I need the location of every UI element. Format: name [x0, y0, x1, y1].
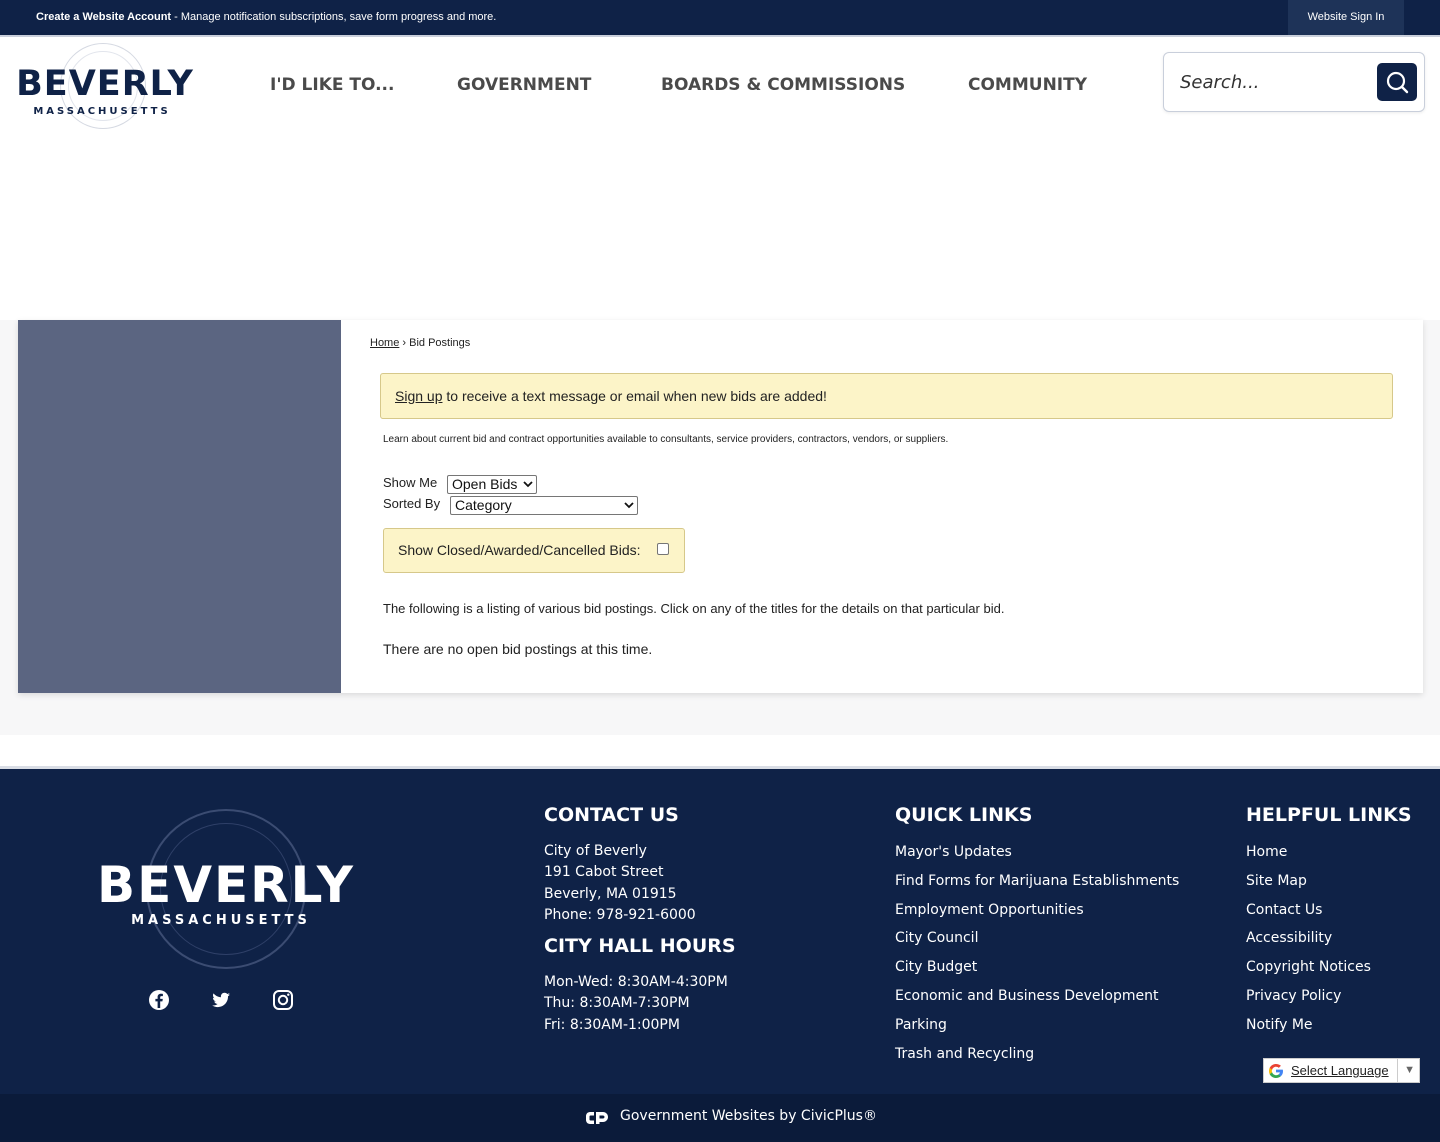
sidebar	[18, 320, 341, 693]
quick-link-parking[interactable]: Parking	[895, 1014, 1179, 1043]
nav-id-like-to[interactable]: I'D LIKE TO...	[270, 37, 394, 133]
show-me-select[interactable]: Open Bids	[447, 475, 537, 494]
hours-line: Mon-Wed: 8:30AM-4:30PM	[544, 974, 728, 990]
facebook-icon[interactable]	[147, 988, 171, 1012]
helpful-link-accessibility[interactable]: Accessibility	[1246, 927, 1371, 956]
create-account-link[interactable]: Create a Website Account	[36, 11, 171, 23]
logo-subtitle: MASSACHUSETTS	[33, 106, 171, 117]
search-box	[1163, 52, 1425, 112]
helpful-links-list: Home Site Map Contact Us Accessibility C…	[1246, 841, 1371, 1043]
instagram-icon[interactable]	[271, 988, 295, 1012]
quick-link-mayors-updates[interactable]: Mayor's Updates	[895, 841, 1179, 870]
quick-link-trash-recycling[interactable]: Trash and Recycling	[895, 1043, 1179, 1072]
logo-word: BEVERLY	[16, 64, 194, 104]
dropdown-arrow-icon: ▼	[1397, 1059, 1415, 1082]
contact-phone: Phone: 978-921-6000	[544, 907, 696, 923]
helpful-link-privacy[interactable]: Privacy Policy	[1246, 985, 1371, 1014]
nav-government[interactable]: GOVERNMENT	[457, 37, 591, 133]
intro-text: Learn about current bid and contract opp…	[383, 434, 949, 445]
helpful-link-notify-me[interactable]: Notify Me	[1246, 1014, 1371, 1043]
contact-line: Beverly, MA 01915	[544, 886, 677, 902]
city-hall-hours-heading: CITY HALL HOURS	[544, 935, 736, 957]
account-message-text: - Manage notification subscriptions, sav…	[171, 11, 497, 23]
contact-us-heading: CONTACT US	[544, 804, 679, 826]
hours-line: Fri: 8:30AM-1:00PM	[544, 1017, 680, 1033]
signup-link[interactable]: Sign up	[395, 388, 442, 404]
helpful-link-copyright[interactable]: Copyright Notices	[1246, 956, 1371, 985]
footer-logo-word: BEVERLY	[97, 856, 355, 914]
site-footer: BEVERLY MASSACHUSETTS CONTACT US City of…	[0, 766, 1440, 1094]
show-me-label: Show Me	[383, 475, 438, 490]
chevron-down-icon	[624, 497, 634, 520]
civicplus-credit-link[interactable]: Government Websites by CivicPlus®	[620, 1108, 877, 1124]
quick-links-heading: QUICK LINKS	[895, 804, 1033, 826]
helpful-link-home[interactable]: Home	[1246, 841, 1371, 870]
search-input[interactable]	[1180, 68, 1370, 96]
helpful-link-site-map[interactable]: Site Map	[1246, 870, 1371, 899]
civicplus-logo-icon	[586, 1112, 608, 1124]
language-select[interactable]: Select Language ▼	[1263, 1058, 1420, 1083]
quick-link-economic-development[interactable]: Economic and Business Development	[895, 985, 1179, 1014]
credit-bar: Government Websites by CivicPlus®	[0, 1094, 1440, 1142]
closed-bids-toggle: Show Closed/Awarded/Cancelled Bids:	[383, 528, 685, 573]
nav-community[interactable]: COMMUNITY	[968, 37, 1087, 133]
footer-logo[interactable]: BEVERLY MASSACHUSETTS	[96, 809, 356, 969]
helpful-links-heading: HELPFUL LINKS	[1246, 804, 1412, 826]
closed-bids-label: Show Closed/Awarded/Cancelled Bids:	[398, 542, 641, 558]
no-postings-message: There are no open bid postings at this t…	[383, 641, 653, 657]
search-button[interactable]	[1377, 63, 1417, 101]
breadcrumb: Home › Bid Postings	[370, 337, 470, 349]
footer-logo-subtitle: MASSACHUSETTS	[131, 913, 311, 928]
content-panel: Home › Bid Postings Sign up to receive a…	[18, 320, 1423, 693]
signup-alert-text: to receive a text message or email when …	[442, 388, 827, 404]
signup-alert: Sign up to receive a text message or ema…	[380, 373, 1393, 419]
quick-link-employment[interactable]: Employment Opportunities	[895, 899, 1179, 928]
google-icon	[1269, 1064, 1283, 1078]
breadcrumb-current: Bid Postings	[409, 337, 471, 349]
quick-links-list: Mayor's Updates Find Forms for Marijuana…	[895, 841, 1179, 1071]
site-header: BEVERLY MASSACHUSETTS I'D LIKE TO... GOV…	[0, 35, 1440, 133]
sorted-by-select[interactable]: Category	[450, 496, 638, 515]
contact-line: City of Beverly	[544, 843, 647, 859]
site-logo[interactable]: BEVERLY MASSACHUSETTS	[16, 43, 194, 129]
breadcrumb-home-link[interactable]: Home	[370, 337, 399, 349]
banner-area	[0, 133, 1440, 320]
twitter-icon[interactable]	[209, 988, 233, 1012]
select-language-label: Select Language	[1291, 1063, 1389, 1078]
top-utility-bar: Create a Website Account - Manage notifi…	[0, 0, 1440, 35]
helpful-link-contact-us[interactable]: Contact Us	[1246, 899, 1371, 928]
contact-line: 191 Cabot Street	[544, 864, 664, 880]
nav-boards-commissions[interactable]: BOARDS & COMMISSIONS	[661, 37, 905, 133]
website-sign-in-button[interactable]: Website Sign In	[1288, 0, 1404, 35]
quick-link-city-council[interactable]: City Council	[895, 927, 1179, 956]
hours-line: Thu: 8:30AM-7:30PM	[544, 995, 690, 1011]
search-icon	[1386, 71, 1409, 94]
sorted-by-label: Sorted By	[383, 496, 441, 511]
breadcrumb-separator: ›	[399, 337, 410, 349]
sorted-by-value: Category	[455, 497, 512, 513]
account-message: Create a Website Account - Manage notifi…	[36, 11, 496, 23]
closed-bids-checkbox[interactable]	[657, 543, 669, 555]
quick-link-city-budget[interactable]: City Budget	[895, 956, 1179, 985]
show-me-value: Open Bids	[452, 476, 518, 492]
listing-description: The following is a listing of various bi…	[383, 601, 1005, 616]
quick-link-marijuana-forms[interactable]: Find Forms for Marijuana Establishments	[895, 870, 1179, 899]
